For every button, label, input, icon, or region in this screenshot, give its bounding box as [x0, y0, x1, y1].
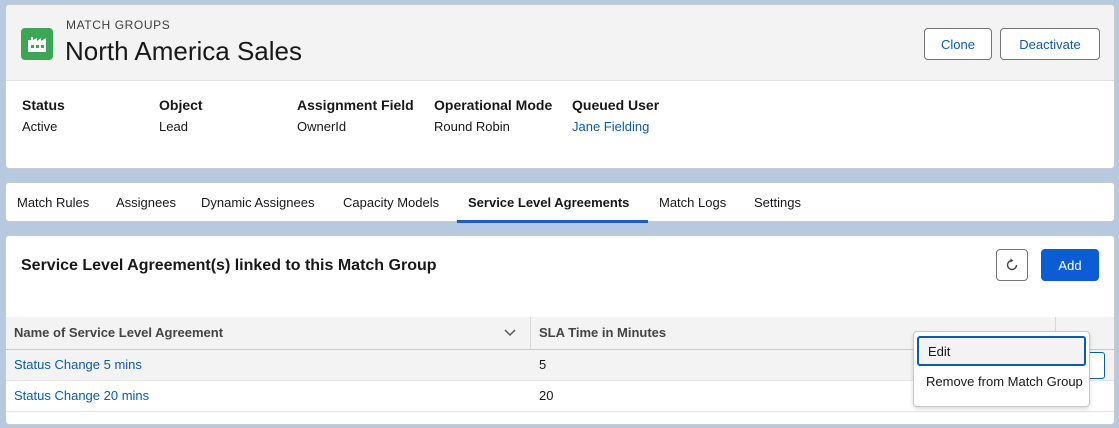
tab-service-level-agreements[interactable]: Service Level Agreements	[468, 183, 629, 222]
record-header: MATCH GROUPS North America Sales Clone D…	[5, 4, 1115, 169]
column-divider	[530, 317, 531, 349]
page-title: North America Sales	[65, 36, 302, 66]
field-value: OwnerId	[297, 119, 347, 134]
field-assignment-field: Assignment Field OwnerId	[297, 95, 417, 137]
field-object: Object Lead	[159, 95, 279, 137]
tab-dynamic-assignees[interactable]: Dynamic Assignees	[201, 183, 314, 222]
tab-bar: Match Rules Assignees Dynamic Assignees …	[5, 182, 1115, 223]
sla-minutes: 5	[539, 357, 547, 372]
field-status: Status Active	[22, 95, 142, 137]
field-label: Object	[159, 97, 203, 113]
object-label: MATCH GROUPS	[66, 18, 171, 32]
column-header-name[interactable]: Name of Service Level Agreement	[14, 317, 223, 349]
deactivate-button[interactable]: Deactivate	[1000, 28, 1100, 60]
factory-icon	[21, 28, 53, 60]
queued-user-link[interactable]: Jane Fielding	[572, 116, 692, 137]
field-label: Status	[22, 97, 65, 113]
field-label: Operational Mode	[434, 97, 553, 113]
field-queued-user: Queued User Jane Fielding	[572, 95, 692, 137]
sla-name-link[interactable]: Status Change 20 mins	[14, 381, 149, 411]
tab-assignees[interactable]: Assignees	[116, 183, 176, 222]
row-actions-menu: Edit Remove from Match Group	[913, 331, 1090, 407]
refresh-button[interactable]	[996, 249, 1028, 281]
tab-match-rules[interactable]: Match Rules	[17, 183, 89, 222]
field-value: Round Robin	[434, 119, 510, 134]
sla-name-link[interactable]: Status Change 5 mins	[14, 350, 142, 380]
field-value: Lead	[159, 119, 188, 134]
field-label: Assignment Field	[297, 97, 414, 113]
add-button[interactable]: Add	[1041, 249, 1099, 281]
active-tab-indicator	[457, 220, 648, 223]
column-header-sla-time[interactable]: SLA Time in Minutes	[539, 317, 666, 349]
sla-minutes: 20	[539, 388, 554, 403]
field-operational-mode: Operational Mode Round Robin	[434, 95, 554, 137]
clone-button[interactable]: Clone	[924, 28, 992, 60]
tab-capacity-models[interactable]: Capacity Models	[343, 183, 439, 222]
section-title: Service Level Agreement(s) linked to thi…	[21, 257, 437, 274]
menu-item-remove-from-match-group[interactable]: Remove from Match Group	[914, 366, 1089, 398]
refresh-icon	[1006, 258, 1018, 271]
menu-item-edit[interactable]: Edit	[917, 336, 1086, 366]
field-value: Active	[22, 119, 58, 134]
tab-match-logs[interactable]: Match Logs	[659, 183, 726, 222]
tab-settings[interactable]: Settings	[754, 183, 801, 222]
record-header-top: MATCH GROUPS North America Sales Clone D…	[6, 5, 1114, 81]
highlights-panel: Status Active Object Lead Assignment Fie…	[6, 81, 1114, 168]
field-label: Queued User	[572, 97, 660, 113]
chevron-down-icon[interactable]	[504, 328, 516, 338]
